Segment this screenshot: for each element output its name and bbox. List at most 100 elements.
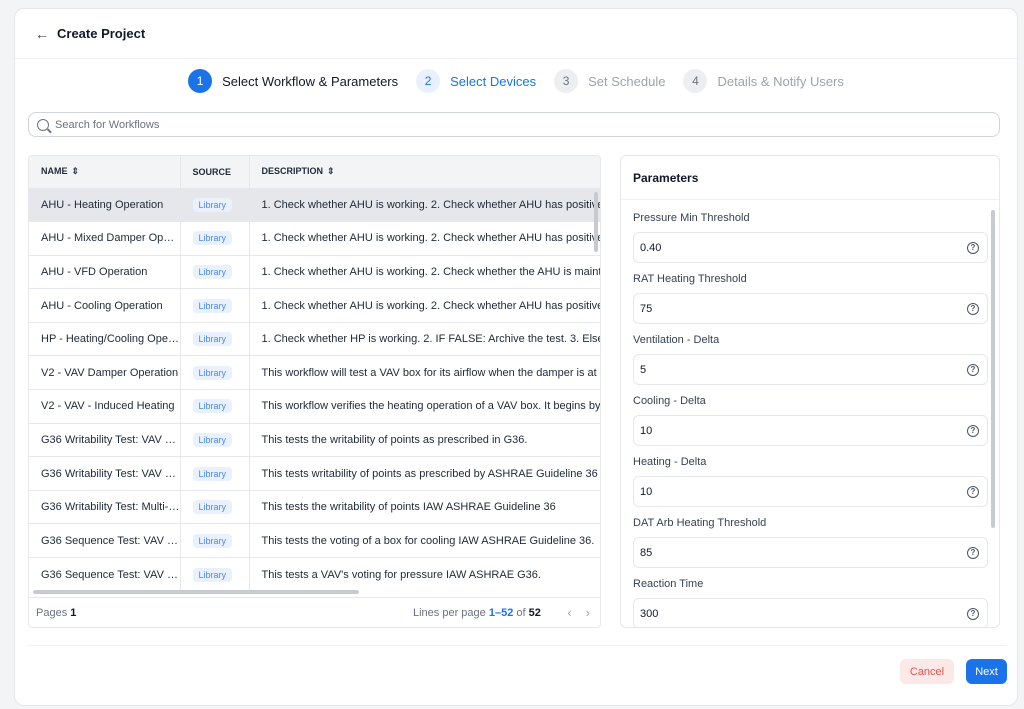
table-row[interactable]: G36 Sequence Test: VAV Pressure Library Th… — [29, 557, 600, 592]
cell-name: V2 - VAV - Induced Heating — [29, 389, 181, 424]
step-number: 1 — [188, 69, 213, 93]
param-value: 85 — [640, 546, 653, 559]
table-row[interactable]: V2 - VAV Damper Operation Library This wor… — [29, 355, 600, 390]
table-row[interactable]: AHU - Heating Operation Library 1. Check w… — [29, 188, 600, 222]
param-dat-arb-heating-threshold: DAT Arb Heating Threshold 85? — [633, 517, 988, 568]
parameters-panel: Parameters Pressure Min Threshold 0.40? … — [620, 155, 1000, 628]
column-header-label: NAME — [41, 166, 68, 177]
source-badge: Library — [192, 432, 233, 447]
param-input[interactable]: 10? — [633, 415, 988, 446]
table-row[interactable]: G36 Writability Test: VAV with Reheat Lib… — [29, 456, 600, 491]
cell-name: AHU - Heating Operation — [29, 188, 181, 222]
cell-name: G36 Writability Test: Multi-Zone AHU — [29, 490, 181, 524]
cell-description: This workflow verifies the heating opera… — [249, 389, 600, 424]
source-badge: Library — [192, 298, 233, 313]
step-label: Set Schedule — [588, 73, 666, 89]
param-ventilation-delta: Ventilation - Delta 5? — [633, 334, 988, 385]
create-project-card: ← Create Project 1 Select Workflow & Par… — [14, 8, 1018, 706]
param-input[interactable]: 10? — [633, 476, 988, 507]
parameters-scrollbar[interactable] — [991, 210, 995, 528]
step-select-workflow[interactable]: 1 Select Workflow & Parameters — [188, 69, 398, 93]
step-details-notify[interactable]: 4 Details & Notify Users — [683, 69, 844, 93]
of-label: of — [516, 606, 526, 619]
cell-description: 1. Check whether AHU is working. 2. Chec… — [249, 221, 600, 256]
source-badge: Library — [192, 231, 233, 246]
column-header-source: SOURCE — [180, 156, 250, 188]
chevron-left-icon[interactable]: ‹ — [567, 605, 571, 620]
table-row[interactable]: AHU - Mixed Damper Operation Library 1. Ch… — [29, 221, 600, 256]
step-label: Select Devices — [450, 73, 537, 89]
table-row[interactable]: G36 Writability Test: Multi-Zone AHU Libr… — [29, 490, 600, 524]
table-row[interactable]: AHU - VFD Operation Library 1. Check wheth… — [29, 255, 600, 289]
param-input[interactable]: 75? — [633, 293, 988, 324]
help-icon[interactable]: ? — [967, 363, 979, 376]
param-cooling-delta: Cooling - Delta 10? — [633, 395, 988, 446]
cell-name: G36 Sequence Test: VAV Cooling — [29, 523, 181, 558]
param-value: 10 — [640, 485, 653, 498]
cell-name: V2 - VAV Damper Operation — [29, 355, 181, 390]
help-icon[interactable]: ? — [967, 607, 979, 620]
table-horizontal-scrollbar[interactable] — [33, 590, 359, 594]
help-icon[interactable]: ? — [967, 302, 979, 315]
step-number: 4 — [683, 69, 708, 93]
table-row[interactable]: V2 - VAV - Induced Heating Library This wo… — [29, 389, 600, 424]
param-input[interactable]: 85? — [633, 537, 988, 568]
cell-name: AHU - VFD Operation — [29, 255, 181, 289]
source-badge: Library — [192, 567, 233, 582]
help-icon[interactable]: ? — [967, 546, 979, 559]
help-icon[interactable]: ? — [967, 424, 979, 437]
sort-icon[interactable]: ⇕ — [72, 166, 80, 176]
step-set-schedule[interactable]: 3 Set Schedule — [554, 69, 665, 93]
param-label: Ventilation - Delta — [633, 334, 720, 346]
pager: ‹ › — [567, 605, 590, 620]
param-label: Pressure Min Threshold — [633, 212, 750, 224]
sort-icon[interactable]: ⇕ — [327, 166, 335, 176]
source-badge: Library — [192, 399, 233, 414]
cell-name: AHU - Cooling Operation — [29, 288, 181, 323]
column-header-name[interactable]: NAME ⇕ — [29, 156, 181, 188]
divider — [621, 199, 999, 200]
param-value: 10 — [640, 424, 653, 437]
step-number: 3 — [554, 69, 579, 93]
source-badge: Library — [192, 264, 233, 279]
table-header-row: NAME ⇕ SOURCE DESCRIPTION ⇕ — [29, 156, 600, 188]
table-row[interactable]: G36 Writability Test: VAV - Cooling Libra… — [29, 423, 600, 457]
cell-description: 1. Check whether AHU is working. 2. Chec… — [249, 188, 600, 222]
source-badge: Library — [192, 332, 233, 347]
table-vertical-scrollbar[interactable] — [594, 192, 598, 252]
source-badge: Library — [192, 533, 233, 548]
param-input[interactable]: 300? — [633, 598, 988, 627]
help-icon[interactable]: ? — [967, 485, 979, 498]
step-label: Select Workflow & Parameters — [222, 73, 399, 89]
cell-description: This tests writability of points as pres… — [249, 456, 600, 491]
lines-range[interactable]: 1–52 — [489, 607, 513, 619]
table-footer: Pages 1 Lines per page 1–52 of 52 ‹ › — [29, 597, 600, 627]
source-badge: Library — [192, 197, 233, 212]
column-header-label: DESCRIPTION — [261, 166, 324, 177]
next-button[interactable]: Next — [966, 659, 1007, 684]
param-input[interactable]: 0.40? — [633, 232, 988, 263]
table-row[interactable]: AHU - Cooling Operation Library 1. Check w… — [29, 288, 600, 323]
param-heating-delta: Heating - Delta 10? — [633, 456, 988, 507]
param-label: DAT Arb Heating Threshold — [633, 517, 767, 529]
chevron-right-icon[interactable]: › — [586, 605, 590, 620]
workflows-table: NAME ⇕ SOURCE DESCRIPTION ⇕ AHU - Heating … — [28, 155, 601, 628]
column-header-description[interactable]: DESCRIPTION ⇕ — [249, 156, 600, 188]
source-badge: Library — [192, 500, 233, 515]
table-row[interactable]: HP - Heating/Cooling Operation Library 1. … — [29, 322, 600, 356]
table-row[interactable]: G36 Sequence Test: VAV Cooling Library Thi… — [29, 523, 600, 558]
cell-description: This tests the writability of points IAW… — [249, 490, 600, 524]
step-select-devices[interactable]: 2 Select Devices — [416, 69, 536, 93]
cancel-button[interactable]: Cancel — [900, 659, 954, 684]
param-value: 0.40 — [640, 241, 662, 254]
help-icon[interactable]: ? — [967, 241, 979, 254]
param-label: RAT Heating Threshold — [633, 273, 747, 285]
param-value: 75 — [640, 302, 653, 315]
arrow-left-icon[interactable]: ← — [35, 26, 49, 42]
param-input[interactable]: 5? — [633, 354, 988, 385]
cell-description: This tests the writability of points as … — [249, 423, 600, 457]
search-input[interactable] — [55, 118, 955, 131]
workflow-search-box — [28, 112, 1000, 137]
source-badge: Library — [192, 466, 233, 481]
cell-name: HP - Heating/Cooling Operation — [29, 322, 181, 356]
